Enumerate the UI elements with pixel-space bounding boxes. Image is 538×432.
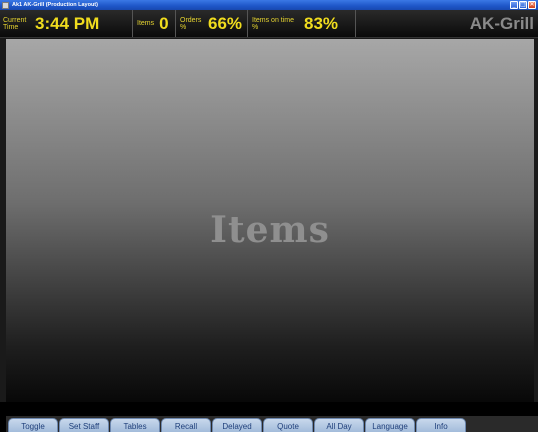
items-area[interactable]: Items [6,39,534,402]
tab-recall[interactable]: Recall [161,418,211,432]
window-controls: _ □ ✕ [510,1,536,9]
tab-all-day[interactable]: All Day [314,418,364,432]
tab-toggle[interactable]: Toggle [8,418,58,432]
items-on-time-value: 83% [304,13,339,33]
items-label: Items [137,20,155,27]
tab-delayed[interactable]: Delayed [212,418,262,432]
current-time-label: Current Time [3,16,27,31]
orders-value: 66% [208,13,243,33]
window-title: Ak1 AK-Grill (Production Layout) [12,2,98,8]
items-stat: Items 0 [133,10,176,37]
stats-bar: Current Time 3:44 PM Items 0 Orders % 66… [0,10,538,38]
tab-list: Toggle Set Staff Tables Recall Delayed Q… [8,418,466,432]
tab-set-staff[interactable]: Set Staff [59,418,109,432]
app-icon [2,1,9,9]
minimize-button[interactable]: _ [510,1,518,9]
title-bar[interactable]: Ak1 AK-Grill (Production Layout) _ □ ✕ [0,0,538,10]
tab-info[interactable]: Info [416,418,466,432]
items-on-time-label: Items on time % [252,16,295,31]
orders-stat: Orders % 66% [176,10,248,37]
current-time-value: 3:44 PM [35,13,100,33]
items-on-time-stat: Items on time % 83% [248,10,356,37]
items-watermark: Items [210,209,330,251]
tab-tables[interactable]: Tables [110,418,160,432]
brand-name: AK-Grill [469,13,534,33]
tab-quote[interactable]: Quote [263,418,313,432]
close-button[interactable]: ✕ [528,1,536,9]
current-time-stat: Current Time 3:44 PM [0,10,133,37]
bottom-nav-bar: Toggle Set Staff Tables Recall Delayed Q… [0,402,538,432]
orders-label: Orders % [180,16,202,31]
tab-language[interactable]: Language [365,418,415,432]
items-value: 0 [159,13,169,33]
maximize-button[interactable]: □ [519,1,527,9]
app-window: Ak1 AK-Grill (Production Layout) _ □ ✕ C… [0,0,538,432]
